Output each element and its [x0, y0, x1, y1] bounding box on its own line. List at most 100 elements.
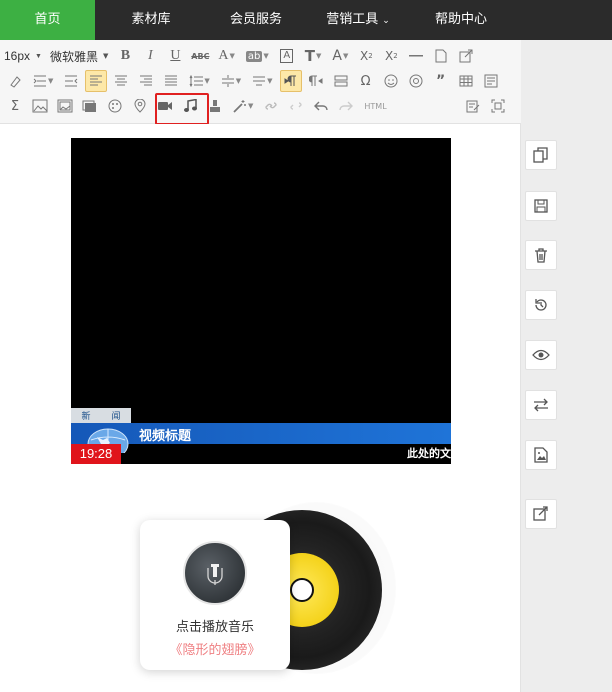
- text-box-icon[interactable]: A: [276, 45, 298, 67]
- paragraph-spacing-button[interactable]: ▼: [217, 70, 245, 92]
- font-size-value: 16px: [4, 49, 31, 63]
- table-split-icon[interactable]: [330, 70, 352, 92]
- underline-button[interactable]: U: [164, 45, 186, 67]
- text-size-tool-button[interactable]: A ▼: [328, 45, 352, 67]
- background-color-button[interactable]: ab ▼: [242, 45, 273, 67]
- toolbar-row-2: ▼ ▼ ▼ ▼ Ω ”: [4, 69, 505, 93]
- font-family-select[interactable]: 微软雅黑 ▼: [50, 48, 108, 65]
- nav-marketing-tools-label: 营销工具: [326, 12, 379, 27]
- new-document-icon[interactable]: [430, 45, 452, 67]
- special-char-button[interactable]: Ω: [355, 70, 377, 92]
- video-title: 视频标题: [139, 429, 192, 444]
- blockquote-icon[interactable]: ”: [430, 70, 452, 92]
- bold-button[interactable]: B: [114, 45, 136, 67]
- preview-eye-icon[interactable]: [525, 340, 557, 370]
- image-icon[interactable]: [29, 95, 51, 117]
- eraser-icon[interactable]: [4, 70, 26, 92]
- video-ticker: 此处的文: [407, 447, 451, 460]
- align-justify-icon[interactable]: [160, 70, 182, 92]
- emoji-icon[interactable]: [380, 70, 402, 92]
- redo-icon[interactable]: [335, 95, 357, 117]
- edit-note-icon[interactable]: [462, 95, 484, 117]
- vinyl-hole: [290, 578, 314, 602]
- highlight-box: [155, 93, 209, 125]
- music-album-icon[interactable]: [183, 541, 247, 605]
- strikethrough-button[interactable]: ABC: [189, 45, 211, 67]
- superscript-button[interactable]: X2: [355, 45, 377, 67]
- text-size-icon: A: [332, 48, 342, 64]
- fullscreen-icon[interactable]: [487, 95, 509, 117]
- caret-down-icon: ▼: [48, 77, 54, 85]
- music-player-card[interactable]: 点击播放音乐 《隐形的翅膀》: [140, 520, 290, 670]
- caret-down-icon: ▼: [35, 52, 42, 60]
- video-player[interactable]: 新 闻 视频标题 19:28 此处的文: [71, 138, 451, 464]
- align-left-icon[interactable]: [85, 70, 108, 92]
- toolbar-row-1: 16px ▼ 微软雅黑 ▼ B I U ABC A ▼ ab ▼ A T ▼ A ▼ X2 …: [4, 44, 480, 68]
- outdent-icon[interactable]: [60, 70, 82, 92]
- italic-button[interactable]: I: [139, 45, 161, 67]
- save-icon[interactable]: [525, 191, 557, 221]
- undo-icon[interactable]: [310, 95, 332, 117]
- caret-down-icon: ▼: [342, 52, 349, 60]
- text-box-glyph: A: [280, 49, 294, 63]
- horizontal-rule-icon[interactable]: [405, 45, 427, 67]
- map-pin-icon[interactable]: [129, 95, 151, 117]
- rtl-direction-icon[interactable]: [305, 70, 327, 92]
- nav-home[interactable]: 首页: [0, 0, 95, 40]
- sum-button[interactable]: Σ: [4, 95, 26, 117]
- superscript-mark: 2: [368, 52, 373, 60]
- caret-down-icon: ▼: [248, 102, 254, 110]
- align-right-icon[interactable]: [135, 70, 157, 92]
- nav-member-service[interactable]: 会员服务: [207, 0, 305, 40]
- trash-icon[interactable]: [525, 240, 557, 270]
- font-color-button[interactable]: A ▼: [214, 45, 239, 67]
- copy-icon[interactable]: [525, 140, 557, 170]
- top-nav: 首页 素材库 会员服务 营销工具 ⌄ 帮助中心: [0, 0, 612, 40]
- text-tool-button[interactable]: T ▼: [301, 45, 326, 67]
- search-replace-icon[interactable]: [405, 70, 427, 92]
- history-icon[interactable]: [525, 290, 557, 320]
- caret-down-icon: ▼: [316, 52, 322, 60]
- template-icon[interactable]: [480, 70, 502, 92]
- subscript-button[interactable]: X2: [380, 45, 402, 67]
- nav-help-center[interactable]: 帮助中心: [411, 0, 511, 40]
- toolbar-row-3: Σ ▼ HTML: [4, 94, 512, 118]
- slideshow-icon[interactable]: [79, 95, 101, 117]
- caret-down-icon: ▼: [229, 52, 235, 60]
- palette-icon[interactable]: [104, 95, 126, 117]
- export-icon[interactable]: [525, 499, 557, 529]
- image-file-icon[interactable]: [525, 440, 557, 470]
- unlink-icon[interactable]: [285, 95, 307, 117]
- video-time: 19:28: [71, 444, 121, 464]
- font-color-icon: A: [218, 48, 229, 63]
- multi-image-icon[interactable]: [54, 95, 76, 117]
- music-song-title: 《隐形的翅膀》: [169, 643, 261, 658]
- align-center-icon[interactable]: [110, 70, 132, 92]
- chevron-down-icon: ⌄: [382, 16, 390, 26]
- font-size-select[interactable]: 16px ▼: [4, 49, 42, 63]
- news-tag-char-2: 闻: [111, 412, 121, 422]
- magic-wand-button[interactable]: ▼: [229, 95, 257, 117]
- line-height-button[interactable]: ▼: [185, 70, 213, 92]
- caret-down-icon: ▼: [235, 77, 242, 85]
- news-tag: 新 闻: [71, 408, 131, 423]
- swap-icon[interactable]: [525, 390, 557, 420]
- table-icon[interactable]: [455, 70, 477, 92]
- music-play-label: 点击播放音乐: [175, 620, 254, 635]
- caret-down-icon: ▼: [102, 52, 109, 60]
- nav-material-library[interactable]: 素材库: [95, 0, 207, 40]
- link-icon[interactable]: [260, 95, 282, 117]
- ltr-direction-icon[interactable]: [279, 70, 302, 92]
- caret-down-icon: ▼: [267, 77, 273, 85]
- right-sidebar: [521, 40, 612, 692]
- font-family-value: 微软雅黑: [49, 49, 98, 64]
- text-tool-icon: T: [304, 47, 315, 65]
- paragraph-format-button[interactable]: ▼: [248, 70, 276, 92]
- news-tag-char-1: 新: [81, 412, 91, 422]
- indent-button[interactable]: ▼: [29, 70, 57, 92]
- subscript-glyph: X: [385, 49, 394, 63]
- html-source-button[interactable]: HTML: [360, 95, 390, 117]
- external-link-icon[interactable]: [455, 45, 477, 67]
- subscript-mark: 2: [393, 52, 398, 60]
- nav-marketing-tools[interactable]: 营销工具 ⌄: [305, 0, 411, 40]
